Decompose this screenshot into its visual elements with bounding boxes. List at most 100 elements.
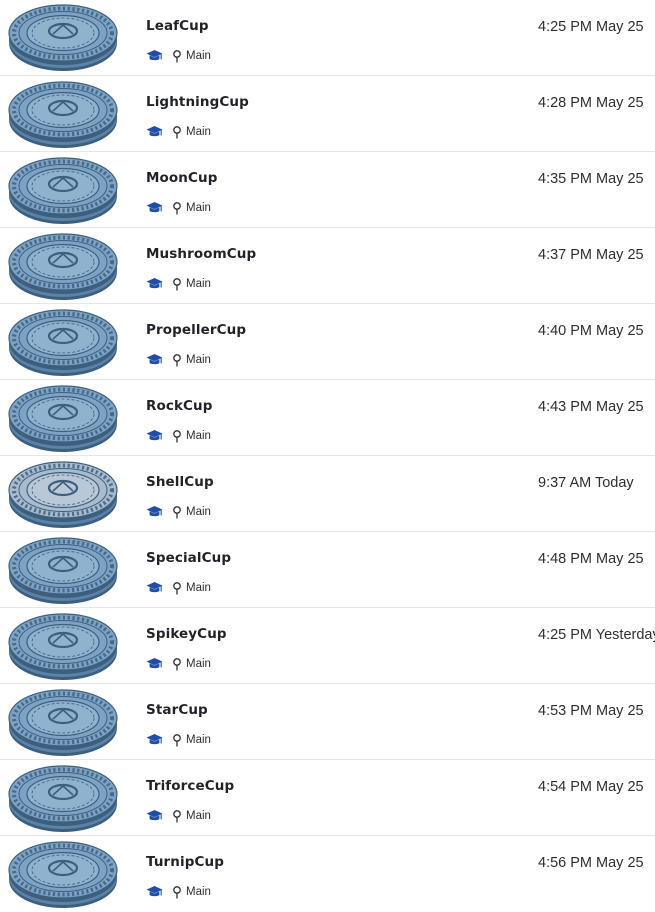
document-thumbnail[interactable] (6, 761, 120, 835)
document-thumbnail[interactable] (6, 457, 120, 531)
special-cup-coin-thumbnail (8, 537, 118, 604)
modified-time: 4:28 PM May 25 (538, 95, 644, 111)
document-list: LeafCup Main 4:25 PM May 25 LightningCup… (0, 0, 655, 910)
modified-time: 4:53 PM May 25 (538, 703, 644, 719)
branch-pin-icon (163, 353, 182, 367)
modified-time: 4:43 PM May 25 (538, 399, 644, 415)
document-row[interactable]: TurnipCup Main 4:56 PM May 25 (0, 836, 655, 912)
graduation-cap-icon (146, 885, 163, 899)
branch-pin-icon (163, 581, 182, 595)
document-row[interactable]: LeafCup Main 4:25 PM May 25 (0, 0, 655, 76)
triforce-cup-coin-thumbnail (8, 765, 118, 832)
document-name[interactable]: SpecialCup (146, 550, 231, 566)
modified-time: 4:54 PM May 25 (538, 779, 644, 795)
document-name[interactable]: ShellCup (146, 474, 214, 490)
branch-pin-icon (163, 885, 182, 899)
document-meta: Main (146, 124, 211, 140)
document-row[interactable]: SpecialCup Main 4:48 PM May 25 (0, 532, 655, 608)
document-row[interactable]: MushroomCup Main 4:37 PM May 25 (0, 228, 655, 304)
rock-cup-coin-thumbnail (8, 385, 118, 452)
branch-pin-icon (163, 49, 182, 63)
mushroom-cup-coin-thumbnail (8, 233, 118, 300)
document-thumbnail[interactable] (6, 609, 120, 683)
spikey-cup-coin-thumbnail (8, 613, 118, 680)
document-meta: Main (146, 656, 211, 672)
graduation-cap-icon (146, 49, 163, 63)
document-row[interactable]: MoonCup Main 4:35 PM May 25 (0, 152, 655, 228)
modified-time: 4:37 PM May 25 (538, 247, 644, 263)
shell-cup-coin-thumbnail (8, 461, 118, 528)
graduation-cap-icon (146, 429, 163, 443)
document-thumbnail[interactable] (6, 533, 120, 607)
document-meta: Main (146, 276, 211, 292)
branch-pin-icon (163, 429, 182, 443)
document-name[interactable]: LightningCup (146, 94, 249, 110)
branch-pin-icon (163, 505, 182, 519)
document-name[interactable]: MoonCup (146, 170, 217, 186)
document-name[interactable]: LeafCup (146, 18, 209, 34)
graduation-cap-icon (146, 809, 163, 823)
document-row[interactable]: PropellerCup Main 4:40 PM May 25 (0, 304, 655, 380)
star-cup-coin-thumbnail (8, 689, 118, 756)
document-thumbnail[interactable] (6, 381, 120, 455)
document-meta: Main (146, 48, 211, 64)
document-name[interactable]: PropellerCup (146, 322, 246, 338)
document-meta: Main (146, 580, 211, 596)
document-row[interactable]: SpikeyCup Main 4:25 PM Yesterday (0, 608, 655, 684)
document-thumbnail[interactable] (6, 77, 120, 151)
document-name[interactable]: TurnipCup (146, 854, 224, 870)
graduation-cap-icon (146, 581, 163, 595)
turnip-cup-coin-thumbnail (8, 841, 118, 908)
document-thumbnail[interactable] (6, 685, 120, 759)
graduation-cap-icon (146, 277, 163, 291)
document-row[interactable]: ShellCup Main 9:37 AM Today (0, 456, 655, 532)
document-meta: Main (146, 200, 211, 216)
document-meta: Main (146, 884, 211, 900)
graduation-cap-icon (146, 657, 163, 671)
document-meta: Main (146, 428, 211, 444)
branch-label: Main (186, 734, 211, 746)
document-row[interactable]: RockCup Main 4:43 PM May 25 (0, 380, 655, 456)
branch-label: Main (186, 50, 211, 62)
branch-label: Main (186, 354, 211, 366)
branch-pin-icon (163, 201, 182, 215)
graduation-cap-icon (146, 733, 163, 747)
moon-cup-coin-thumbnail (8, 157, 118, 224)
document-meta: Main (146, 352, 211, 368)
branch-label: Main (186, 202, 211, 214)
modified-time: 4:48 PM May 25 (538, 551, 644, 567)
document-meta: Main (146, 732, 211, 748)
modified-time: 4:25 PM May 25 (538, 19, 644, 35)
document-thumbnail[interactable] (6, 305, 120, 379)
graduation-cap-icon (146, 125, 163, 139)
modified-time: 4:25 PM Yesterday (538, 627, 655, 643)
branch-label: Main (186, 430, 211, 442)
branch-label: Main (186, 582, 211, 594)
leaf-cup-coin-thumbnail (8, 4, 118, 71)
document-thumbnail[interactable] (6, 153, 120, 227)
document-name[interactable]: MushroomCup (146, 246, 256, 262)
graduation-cap-icon (146, 505, 163, 519)
propeller-cup-coin-thumbnail (8, 309, 118, 376)
branch-pin-icon (163, 733, 182, 747)
document-name[interactable]: TriforceCup (146, 778, 234, 794)
branch-label: Main (186, 278, 211, 290)
document-thumbnail[interactable] (6, 0, 120, 74)
branch-label: Main (186, 506, 211, 518)
document-meta: Main (146, 808, 211, 824)
document-row[interactable]: TriforceCup Main 4:54 PM May 25 (0, 760, 655, 836)
branch-pin-icon (163, 657, 182, 671)
document-name[interactable]: RockCup (146, 398, 213, 414)
branch-pin-icon (163, 277, 182, 291)
document-name[interactable]: StarCup (146, 702, 208, 718)
document-thumbnail[interactable] (6, 229, 120, 303)
branch-pin-icon (163, 125, 182, 139)
branch-label: Main (186, 886, 211, 898)
document-thumbnail[interactable] (6, 837, 120, 911)
modified-time: 4:40 PM May 25 (538, 323, 644, 339)
document-row[interactable]: StarCup Main 4:53 PM May 25 (0, 684, 655, 760)
branch-pin-icon (163, 809, 182, 823)
graduation-cap-icon (146, 353, 163, 367)
document-name[interactable]: SpikeyCup (146, 626, 227, 642)
document-row[interactable]: LightningCup Main 4:28 PM May 25 (0, 76, 655, 152)
